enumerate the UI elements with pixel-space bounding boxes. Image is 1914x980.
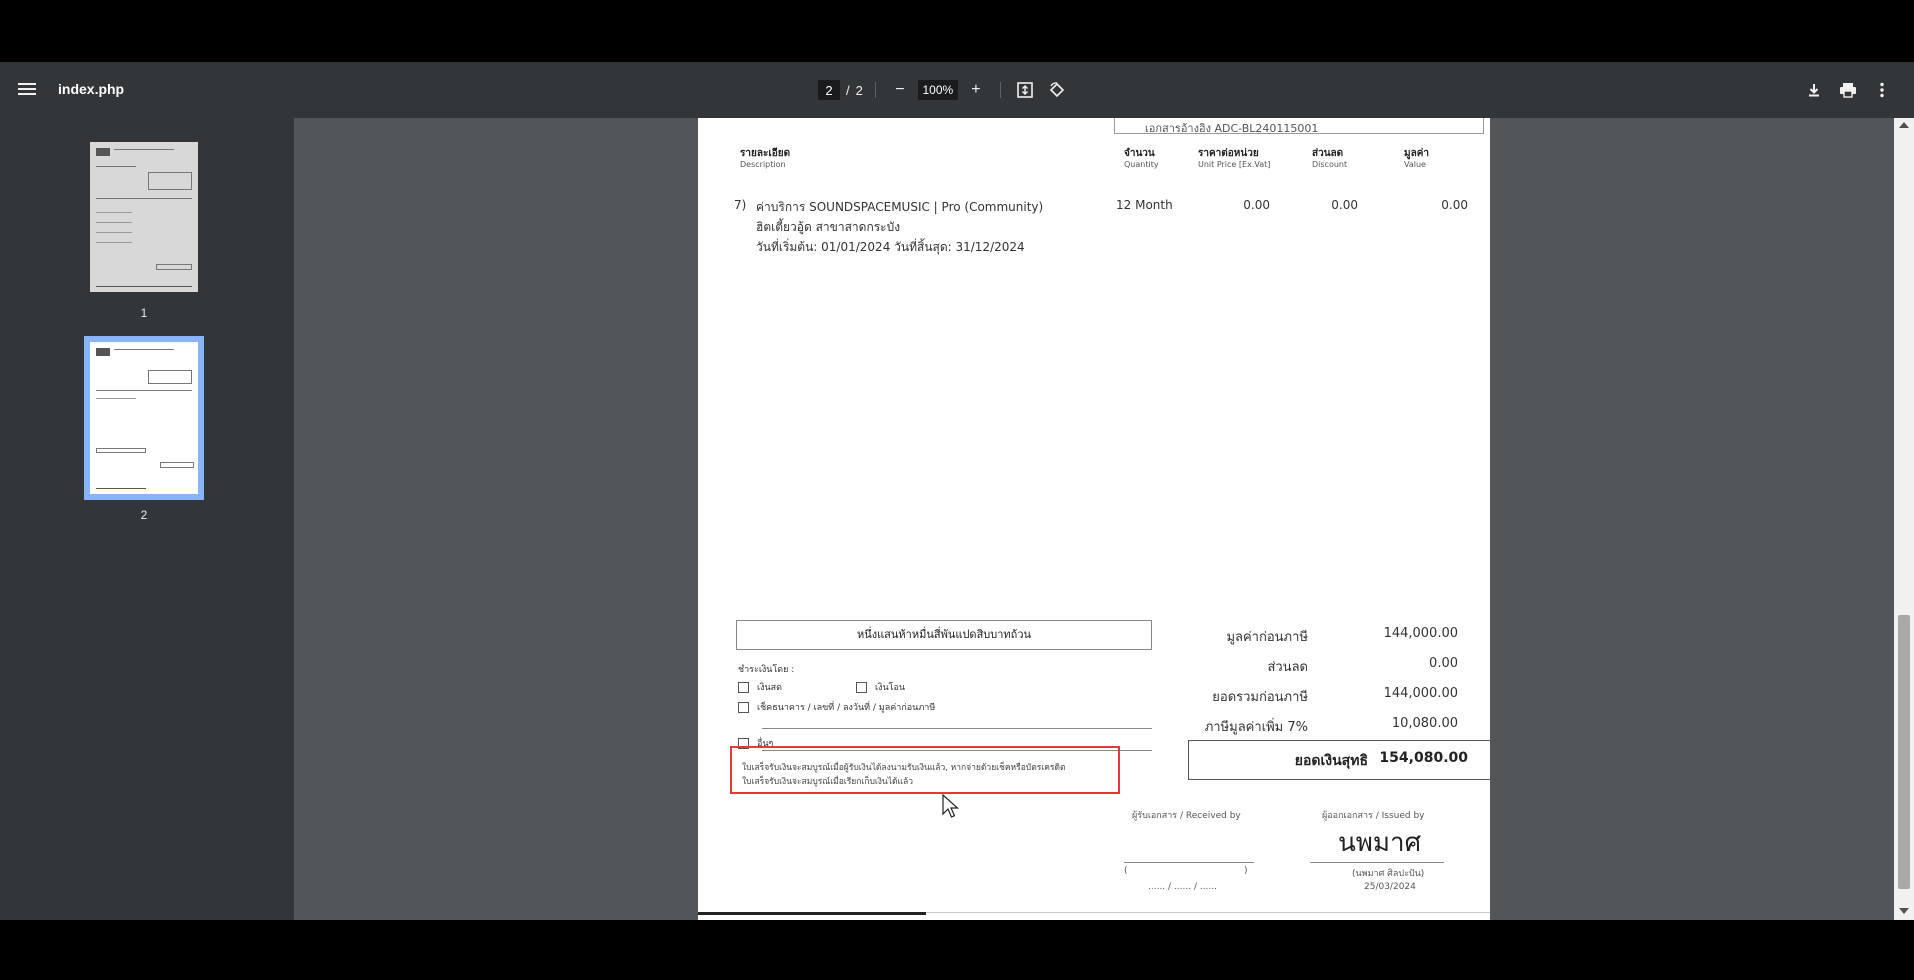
zoom-in-button[interactable]: + — [964, 78, 988, 102]
checkbox-cheque — [738, 702, 749, 713]
note-line-2: ใบเสร็จรับเงินจะสมบูรณ์เมื่อเรียกเก็บเงิ… — [742, 777, 913, 787]
divider — [874, 82, 876, 98]
note-line-1: ใบเสร็จรับเงินจะสมบูรณ์เมื่อผู้รับเงินได… — [742, 763, 1066, 773]
checkbox-transfer — [856, 682, 867, 693]
col-value-header: มูลค่า Value — [1404, 148, 1430, 169]
issue-date: 25/03/2024 — [1364, 882, 1416, 892]
scrollbar-thumb[interactable] — [1898, 615, 1910, 889]
thumbnail-sidebar: 1 2 — [0, 118, 294, 920]
checkbox-cash — [738, 682, 749, 693]
receiver-paren-open: ( — [1124, 866, 1128, 876]
rotate-icon[interactable] — [1045, 78, 1069, 102]
item-number: 7) — [734, 198, 747, 212]
summary-value-total-before-tax: 144,000.00 — [1383, 686, 1458, 701]
item-line-3: วันที่เริ่มต้น: 01/01/2024 วันที่สิ้นสุด… — [756, 240, 1025, 254]
menu-icon[interactable] — [18, 80, 36, 100]
divider — [999, 82, 1001, 98]
thumbnail-page-2-selected[interactable] — [84, 336, 204, 500]
page-number-input[interactable] — [818, 80, 840, 100]
col-unit-price-header: ราคาต่อหน่วย Unit Price [Ex.Vat] — [1198, 148, 1271, 169]
scroll-up-arrow-icon[interactable] — [1899, 122, 1909, 128]
vertical-scrollbar[interactable] — [1894, 118, 1914, 920]
scroll-down-arrow-icon[interactable] — [1899, 908, 1909, 914]
download-icon[interactable] — [1802, 78, 1826, 102]
col-quantity-header: จำนวน Quantity — [1124, 148, 1159, 169]
summary-value-discount: 0.00 — [1429, 656, 1458, 671]
col-discount-header: ส่วนลด Discount — [1312, 148, 1348, 169]
item-quantity: 12 Month — [1116, 198, 1173, 212]
divider — [762, 728, 1152, 729]
print-icon[interactable] — [1836, 78, 1860, 102]
receiver-paren-close: ) — [1244, 866, 1248, 876]
summary-label-total-before-tax: ยอดรวมก่อนภาษี — [1212, 690, 1308, 705]
fit-page-icon[interactable] — [1013, 78, 1037, 102]
issuer-sign-line — [1310, 862, 1444, 863]
summary-label-discount: ส่วนลด — [1267, 660, 1308, 675]
page-separator: / — [846, 82, 850, 98]
col-description-header: รายละเอียด Description — [740, 148, 791, 169]
issuer-signature: นพมาศ — [1338, 828, 1422, 858]
received-by-label: ผู้รับเอกสาร / Received by — [1132, 811, 1241, 821]
summary-value-vat: 10,080.00 — [1391, 716, 1458, 731]
item-line-2: ฮิตเตี้ยวอู้ด สาขาสาดกระบัง — [756, 220, 901, 234]
summary-label-vat: ภาษีมูลค่าเพิ่ม 7% — [1204, 720, 1308, 735]
payment-label: ชำระเงินโดย : — [738, 665, 795, 675]
document-title: index.php — [58, 81, 125, 97]
payment-cash: เงินสด — [738, 680, 782, 694]
thumbnail-page-1[interactable] — [90, 142, 198, 292]
item-discount: 0.00 — [1331, 198, 1358, 212]
item-line-1: ค่าบริการ SOUNDSPACEMUSIC | Pro (Communi… — [756, 200, 1044, 214]
page-zoom-controls: / 2 − + — [818, 78, 1069, 102]
zoom-out-button[interactable]: − — [888, 78, 912, 102]
document-viewer[interactable]: เอกสารอ้างอิง ADC-BL240115001 รายละเอียด… — [294, 118, 1894, 920]
receiver-date: ...... / ...... / ...... — [1148, 882, 1218, 892]
issuer-name: (นพมาศ ศิลปะปัน) — [1352, 869, 1425, 879]
thumbnail-label-2: 2 — [140, 508, 148, 522]
item-unit-price: 0.00 — [1243, 198, 1270, 212]
item-value: 0.00 — [1441, 198, 1468, 212]
payment-cheque: เช็คธนาคาร / เลขที่ / ลงวันที่ / มูลค่าก… — [738, 700, 935, 714]
payment-transfer: เงินโอน — [856, 680, 905, 694]
toolbar-actions — [1802, 78, 1894, 102]
zoom-input[interactable] — [917, 80, 958, 100]
net-total-label: ยอดเงินสุทธิ — [1294, 753, 1368, 769]
amount-in-words: หนึ่งแสนห้าหมื่นสี่พันแปดสิบบาทถ้วน — [736, 620, 1152, 650]
issued-by-label: ผู้ออกเอกสาร / Issued by — [1322, 811, 1425, 821]
document-reference: เอกสารอ้างอิง ADC-BL240115001 — [1114, 118, 1484, 135]
page-progress-line — [698, 912, 926, 915]
pdf-page-2: เอกสารอ้างอิง ADC-BL240115001 รายละเอียด… — [698, 118, 1490, 920]
letterbox-top — [0, 0, 1914, 62]
more-options-icon[interactable] — [1870, 78, 1894, 102]
receiver-sign-line — [1124, 862, 1254, 863]
net-total-value: 154,080.00 — [1379, 750, 1468, 766]
summary-value-subtotal: 144,000.00 — [1383, 626, 1458, 641]
mouse-cursor-icon — [942, 794, 960, 818]
letterbox-bottom — [0, 920, 1914, 980]
page-total: 2 — [855, 82, 863, 98]
summary-label-subtotal: มูลค่าก่อนภาษี — [1226, 630, 1308, 645]
pdf-toolbar: index.php / 2 − + — [0, 62, 1914, 118]
thumbnail-label-1: 1 — [140, 306, 148, 320]
